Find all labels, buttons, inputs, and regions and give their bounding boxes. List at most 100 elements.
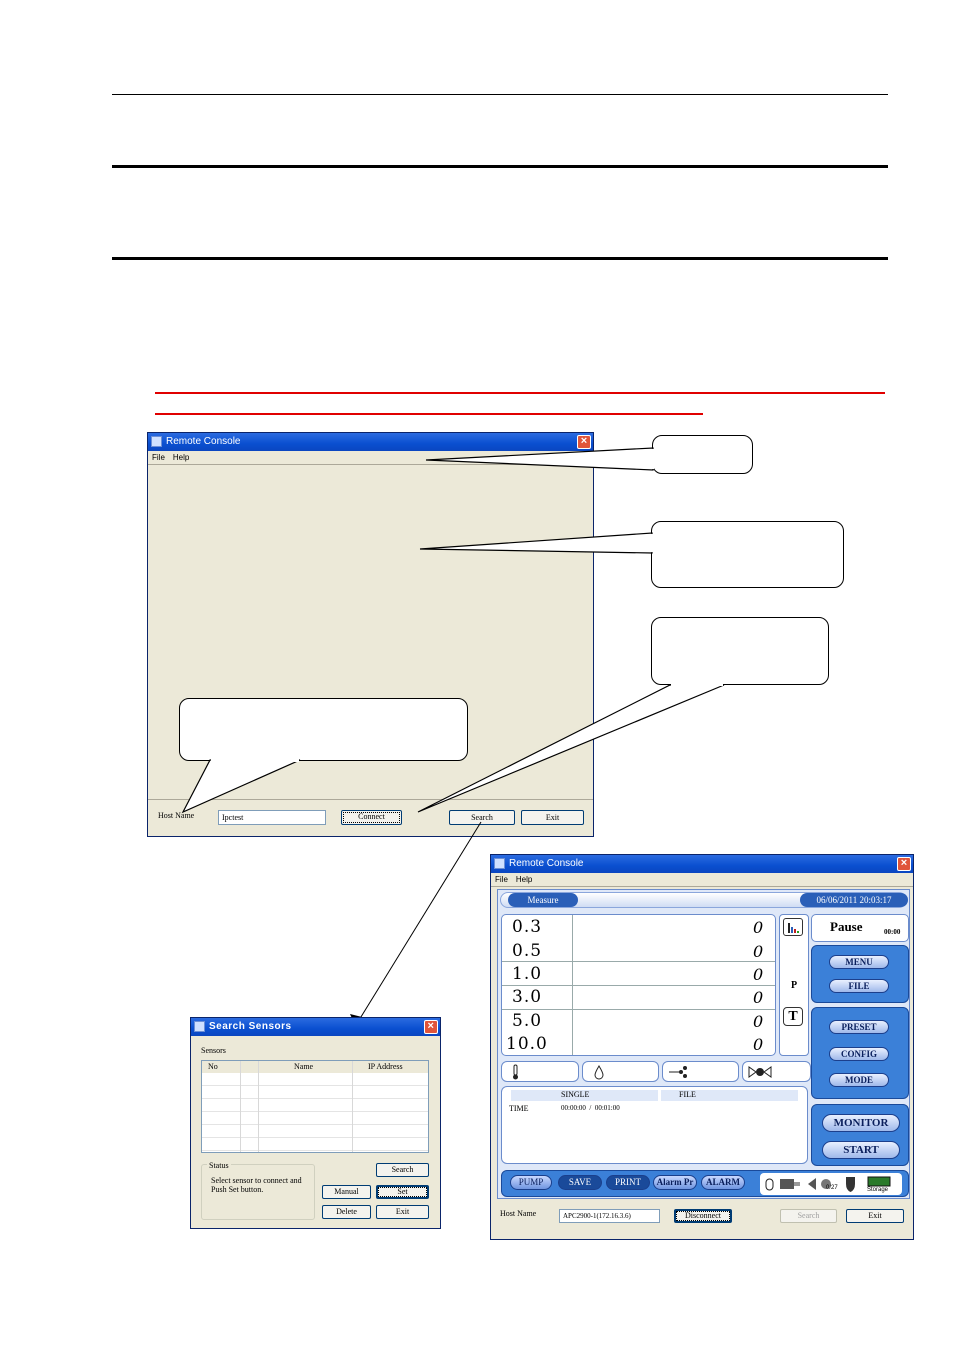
count-0-3: 0	[753, 918, 764, 937]
storage-label: Storage	[867, 1187, 889, 1193]
p-label: P	[791, 980, 798, 991]
start-button[interactable]: START	[822, 1141, 900, 1159]
callout-host-name	[179, 698, 468, 761]
measure-tab[interactable]: Measure	[508, 893, 578, 907]
callout-menu	[652, 435, 753, 474]
histogram-icon[interactable]	[783, 918, 803, 936]
col-no[interactable]: No	[208, 1061, 218, 1073]
t-button[interactable]: T	[783, 1007, 803, 1026]
file-button[interactable]: FILE	[829, 979, 889, 993]
save-button[interactable]: SAVE	[558, 1175, 602, 1190]
col-sep	[240, 1061, 241, 1152]
alarm-preset-button[interactable]: Alarm Pr	[653, 1175, 697, 1190]
menu-bar: File Help	[491, 873, 913, 887]
count-0-5: 0	[753, 942, 764, 961]
size-0-5: 0.5	[512, 941, 543, 961]
window-title: Search Sensors	[209, 1021, 292, 1032]
sample-info-header	[511, 1090, 798, 1101]
host-name-label: Host Name	[158, 811, 195, 820]
col-sep	[352, 1061, 353, 1152]
window-title-bar: Remote Console ×	[491, 855, 913, 873]
red-underline-1	[155, 392, 885, 394]
section-rule-thick	[112, 257, 888, 260]
window-title: Remote Console	[166, 436, 241, 447]
airflow-icon[interactable]	[662, 1061, 739, 1082]
state-text: Pause	[830, 919, 863, 934]
instrument-screen: Measure 06/06/2011 20:03:17 0.3 0.5 1.0 …	[497, 889, 910, 1199]
close-icon[interactable]: ×	[897, 857, 911, 871]
sensors-table: No Name IP Address	[201, 1060, 429, 1153]
menu-file[interactable]: File	[152, 453, 165, 462]
host-name-input[interactable]: APC2900-1(172.16.3.6)	[559, 1209, 660, 1223]
search-button[interactable]: Search	[449, 810, 515, 825]
count-5-0: 0	[753, 1012, 764, 1031]
flow-valve-icon[interactable]	[742, 1061, 811, 1082]
exit-button[interactable]: Exit	[846, 1209, 904, 1223]
status-text: Select sensor to connect and Push Set bu…	[211, 1176, 302, 1194]
thermometer-icon[interactable]	[501, 1061, 579, 1082]
callout-white-patch-1	[650, 449, 654, 469]
menu-file[interactable]: File	[495, 875, 508, 884]
window-title-bar: Search Sensors ×	[191, 1018, 440, 1036]
count-1-0: 0	[753, 965, 764, 984]
menu-help[interactable]: Help	[516, 875, 532, 884]
header-rule-thin	[112, 94, 888, 95]
count-small: 0/27	[826, 1185, 838, 1191]
connect-button[interactable]: Connect	[341, 810, 402, 825]
single-label: SINGLE	[561, 1090, 590, 1099]
exit-button[interactable]: Exit	[376, 1205, 429, 1219]
manual-button[interactable]: Manual	[322, 1185, 371, 1199]
table-grid	[202, 1073, 428, 1152]
window-title: Remote Console	[509, 858, 584, 869]
pump-button[interactable]: PUMP	[510, 1175, 552, 1190]
size-5-0: 5.0	[512, 1011, 543, 1031]
file-label: FILE	[679, 1090, 696, 1099]
callout-main-area	[651, 521, 844, 588]
monitor-button[interactable]: MONITOR	[822, 1114, 900, 1132]
delete-button[interactable]: Delete	[322, 1205, 371, 1219]
close-icon[interactable]: ×	[424, 1020, 438, 1034]
menu-panel	[811, 945, 909, 1003]
size-1-0: 1.0	[512, 964, 543, 984]
host-name-label: Host Name	[500, 1209, 537, 1218]
search-button[interactable]: Search	[376, 1163, 429, 1177]
count-10-0: 0	[753, 1035, 764, 1054]
preset-button[interactable]: PRESET	[829, 1020, 889, 1034]
menu-button[interactable]: MENU	[829, 955, 889, 969]
col-name[interactable]: Name	[294, 1061, 313, 1073]
header-rule-thick	[112, 165, 888, 168]
app-icon	[151, 436, 162, 447]
humidity-drop-icon[interactable]	[582, 1061, 659, 1082]
set-button[interactable]: Set	[376, 1185, 429, 1199]
callout-buttons	[651, 617, 829, 685]
config-button[interactable]: CONFIG	[829, 1047, 889, 1061]
alarm-button[interactable]: ALARM	[701, 1175, 745, 1190]
host-name-input[interactable]: Ipctest	[218, 810, 326, 825]
window-title-bar: Remote Console ×	[148, 433, 593, 451]
print-button[interactable]: PRINT	[606, 1175, 650, 1190]
size-10-0: 10.0	[506, 1034, 548, 1054]
col-sep	[258, 1061, 259, 1152]
app-icon	[194, 1021, 205, 1032]
callout-white-patch-4	[211, 758, 299, 762]
size-0-3: 0.3	[512, 917, 543, 937]
callout-white-patch-3	[671, 682, 723, 686]
col-ip-address[interactable]: IP Address	[368, 1061, 403, 1073]
remote-console-connected-window: Remote Console × File Help Measure 06/06/…	[490, 854, 914, 1240]
count-table-rows	[502, 938, 775, 1033]
timer: 00:00	[884, 928, 901, 936]
exit-button[interactable]: Exit	[521, 810, 584, 825]
mode-button[interactable]: MODE	[829, 1073, 889, 1087]
datetime: 06/06/2011 20:03:17	[800, 893, 908, 907]
status-label: Status	[207, 1161, 231, 1170]
storage-icon	[867, 1176, 891, 1187]
divider	[148, 799, 593, 800]
time-value: 00:00:00 / 00:01:00	[561, 1104, 620, 1112]
disconnect-button[interactable]: Disconnect	[674, 1209, 732, 1223]
time-label: TIME	[509, 1104, 529, 1113]
menu-bar: File Help	[148, 451, 593, 465]
menu-help[interactable]: Help	[173, 453, 189, 462]
size-3-0: 3.0	[512, 987, 543, 1007]
header-divider	[658, 1090, 661, 1101]
close-icon[interactable]: ×	[577, 435, 591, 449]
